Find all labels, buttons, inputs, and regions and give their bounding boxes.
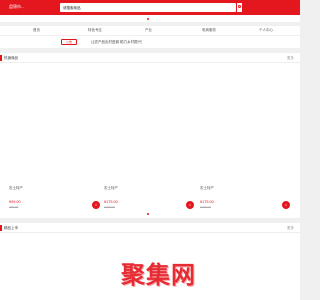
product-name: 农土特产: [200, 186, 214, 190]
watermark-logo: 聚集网: [121, 261, 196, 289]
banner[interactable]: [0, 15, 300, 22]
main-nav: 首页 特色专区 产业 电商服务 个人中心: [0, 26, 300, 35]
product-name: 农土特产: [9, 186, 23, 190]
search-input-value[interactable]: 请搜索商品: [63, 5, 81, 11]
search-icon: [238, 5, 242, 9]
panel-title: 热销商品: [4, 56, 18, 60]
hot-products-panel: 热销商品 更多 农土特产 ¥99.00 ¥99.00 农土特产 ¥175.00 …: [0, 53, 300, 218]
nav-item-featured[interactable]: 特色专区: [88, 28, 102, 33]
product-card[interactable]: 农土特产 ¥175.00 ¥175.00: [200, 186, 290, 211]
notice-bar: [0, 36, 300, 48]
notice-tag: 公告: [61, 39, 77, 45]
add-to-cart-button[interactable]: [186, 201, 194, 209]
product-card[interactable]: 农土特产 ¥99.00 ¥99.00: [9, 186, 99, 211]
notice-text[interactable]: 让农产品出村进城 助力乡村振兴！: [91, 40, 144, 45]
add-to-cart-button[interactable]: [92, 201, 100, 209]
panel-accent-bar: [0, 225, 2, 231]
product-original-price: ¥175.00: [200, 205, 211, 209]
panel-header: 热销商品 更多: [0, 53, 300, 63]
add-to-cart-button[interactable]: [282, 201, 290, 209]
nav-item-user-center[interactable]: 个人中心: [259, 28, 273, 33]
more-link[interactable]: 更多: [287, 55, 294, 61]
panel-accent-bar: [0, 55, 2, 61]
search-button[interactable]: [236, 3, 242, 12]
product-original-price: ¥99.00: [9, 205, 19, 209]
nav-item-ecommerce[interactable]: 电商服务: [202, 28, 216, 33]
panel-title: 精品上市: [4, 226, 18, 230]
more-link[interactable]: 更多: [287, 225, 294, 231]
product-name: 农土特产: [104, 186, 118, 190]
product-original-price: ¥175.00: [104, 205, 115, 209]
nav-item-home[interactable]: 首页: [33, 28, 40, 33]
panel-header: 精品上市 更多: [0, 223, 300, 233]
search-input[interactable]: 请搜索商品: [60, 3, 236, 12]
nav-item-industry[interactable]: 产业: [145, 28, 152, 33]
product-card[interactable]: 农土特产 ¥175.00 ¥175.00: [104, 186, 194, 211]
site-logo-text[interactable]: 盘锦市...: [9, 4, 24, 10]
